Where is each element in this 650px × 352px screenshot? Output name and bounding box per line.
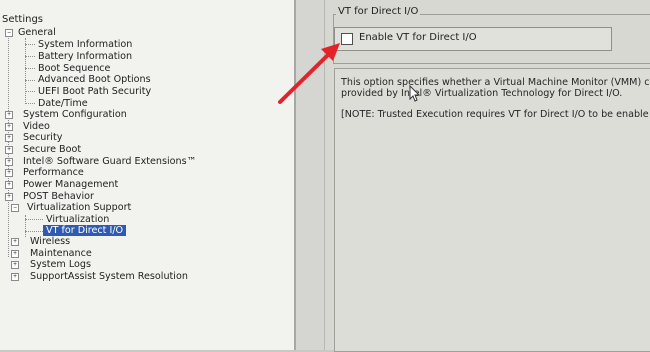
- tree-item-supportassist[interactable]: SupportAssist System Resolution: [30, 271, 188, 282]
- tree-connector: [8, 32, 9, 257]
- tree-item-uefi-boot-path-security[interactable]: UEFI Boot Path Security: [38, 86, 151, 97]
- expand-icon[interactable]: +: [11, 273, 19, 281]
- option-details-panel: VT for Direct I/O Enable VT for Direct I…: [324, 0, 650, 352]
- expand-icon[interactable]: +: [5, 111, 13, 119]
- tree-branch: [25, 68, 35, 69]
- expand-icon[interactable]: +: [5, 181, 13, 189]
- tree-item-virtualization-support[interactable]: Virtualization Support: [27, 202, 131, 213]
- tree-branch: [25, 219, 43, 220]
- panel-divider: [296, 0, 324, 350]
- tree-item-advanced-boot-options[interactable]: Advanced Boot Options: [38, 74, 151, 85]
- expand-icon[interactable]: +: [5, 169, 13, 177]
- tree-branch: [25, 231, 43, 232]
- tree-branch: [25, 80, 35, 81]
- tree-branch: [25, 56, 35, 57]
- collapse-icon[interactable]: −: [5, 29, 13, 37]
- tree-item-vt-for-direct-io[interactable]: VT for Direct I/O: [43, 225, 127, 236]
- mouse-pointer-icon: [409, 85, 421, 102]
- expand-icon[interactable]: +: [11, 261, 19, 269]
- tree-branch: [25, 44, 35, 45]
- collapse-icon[interactable]: −: [11, 204, 19, 212]
- description-line-2: provided by Intel® Virtualization Techno…: [341, 88, 623, 99]
- tree-item-intel-sgx[interactable]: Intel® Software Guard Extensions™: [23, 156, 196, 167]
- tree-item-post-behavior[interactable]: POST Behavior: [23, 191, 94, 202]
- description-line-1: This option specifies whether a Virtual …: [341, 77, 650, 88]
- description-note: [NOTE: Trusted Execution requires VT for…: [341, 109, 649, 120]
- tree-item-general[interactable]: General: [18, 27, 56, 38]
- tree-item-wireless[interactable]: Wireless: [30, 236, 70, 247]
- description-box: This option specifies whether a Virtual …: [334, 68, 650, 352]
- expand-icon[interactable]: +: [5, 193, 13, 201]
- expand-icon[interactable]: +: [5, 134, 13, 142]
- tree-item-date-time[interactable]: Date/Time: [38, 98, 88, 109]
- settings-tree-panel: Settings − General System Information Ba…: [0, 0, 296, 350]
- tree-item-system-configuration[interactable]: System Configuration: [23, 109, 127, 120]
- expand-icon[interactable]: +: [11, 250, 19, 258]
- expand-icon[interactable]: +: [5, 146, 13, 154]
- settings-header: Settings: [2, 14, 44, 25]
- option-group-title: VT for Direct I/O: [336, 6, 421, 17]
- enable-vt-label[interactable]: Enable VT for Direct I/O: [359, 32, 477, 43]
- tree-item-secure-boot[interactable]: Secure Boot: [23, 144, 81, 155]
- tree-item-power-management[interactable]: Power Management: [23, 179, 118, 190]
- tree-item-performance[interactable]: Performance: [23, 167, 84, 178]
- tree-item-maintenance[interactable]: Maintenance: [30, 248, 92, 259]
- description-text: This option specifies whether a Virtual …: [341, 77, 650, 130]
- tree-branch: [25, 103, 35, 104]
- tree-item-system-logs[interactable]: System Logs: [30, 259, 91, 270]
- expand-icon[interactable]: +: [11, 238, 19, 246]
- tree-connector: [25, 38, 26, 104]
- expand-icon[interactable]: +: [5, 123, 13, 131]
- enable-vt-checkbox[interactable]: [341, 33, 353, 45]
- settings-tree: − General System Information Battery Inf…: [0, 27, 294, 347]
- enable-vt-option-row[interactable]: Enable VT for Direct I/O: [334, 27, 612, 51]
- tree-item-virtualization[interactable]: Virtualization: [46, 214, 109, 225]
- tree-item-video[interactable]: Video: [23, 121, 50, 132]
- tree-item-battery-information[interactable]: Battery Information: [38, 51, 132, 62]
- tree-item-system-information[interactable]: System Information: [38, 39, 132, 50]
- tree-branch: [25, 91, 35, 92]
- expand-icon[interactable]: +: [5, 158, 13, 166]
- tree-item-boot-sequence[interactable]: Boot Sequence: [38, 63, 110, 74]
- tree-item-security[interactable]: Security: [23, 132, 62, 143]
